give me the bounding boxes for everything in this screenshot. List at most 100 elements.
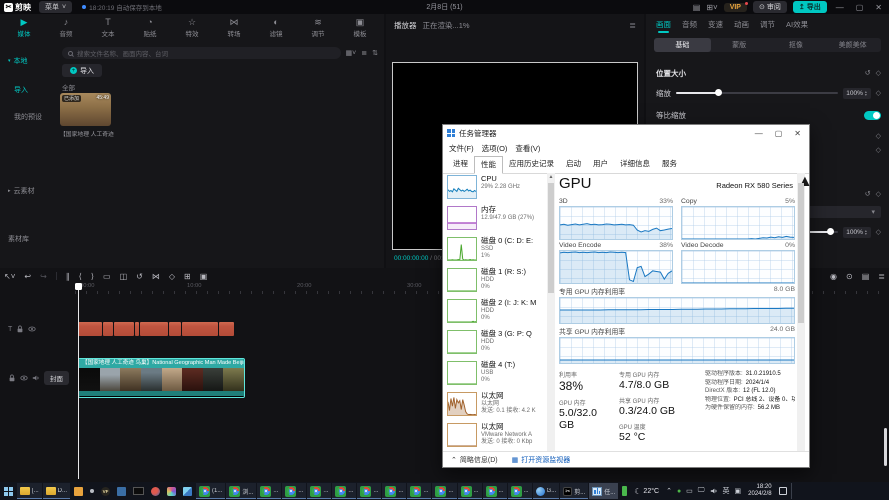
search-input[interactable]: 搜索文件名称、画面内容、台词 bbox=[62, 47, 341, 59]
taskbar-folder-1[interactable]: [... bbox=[17, 483, 42, 499]
close-button[interactable]: ✕ bbox=[872, 3, 885, 12]
subtab-basic[interactable]: 基础 bbox=[654, 38, 711, 52]
taskbar-chrome-window-7[interactable]: ... bbox=[357, 483, 381, 499]
tab-text[interactable]: T文本 bbox=[88, 16, 128, 38]
sidebar-item-memory[interactable]: 内存12.9/47.9 GB (27%) bbox=[447, 206, 546, 230]
tab-details[interactable]: 详细信息 bbox=[614, 156, 656, 173]
keyframe-icon[interactable]: ◇ bbox=[876, 89, 881, 97]
keyframe-icon[interactable]: ◇ bbox=[876, 69, 881, 77]
menu-options[interactable]: 选项(O) bbox=[482, 143, 508, 154]
cover-button[interactable]: 封面 bbox=[44, 371, 69, 385]
workspace-icon[interactable]: ⊞˅ bbox=[706, 3, 717, 12]
tab-video[interactable]: 画面 bbox=[656, 19, 671, 30]
sidebar-item-library[interactable]: 素材库 bbox=[8, 234, 29, 244]
tab-template[interactable]: ▣模板 bbox=[340, 16, 380, 38]
taskbar-chrome-window-10[interactable]: ... bbox=[432, 483, 456, 499]
taskbar-app-blue[interactable] bbox=[114, 483, 129, 499]
tray-network-icon[interactable]: 🖵 bbox=[698, 487, 705, 495]
tab-adjust[interactable]: ≋调节 bbox=[298, 16, 338, 38]
gpu-panel-scrollbar[interactable]: ▲ bbox=[797, 173, 805, 451]
sidebar-item-disk2[interactable]: 磁盘 2 (I: J: K: MHDD0% bbox=[447, 299, 546, 323]
sidebar-item-disk4[interactable]: 磁盘 4 (T:)USB0% bbox=[447, 361, 546, 385]
scale-slider[interactable] bbox=[676, 92, 838, 94]
grid-view-icon[interactable]: ▦˅ bbox=[346, 49, 357, 57]
tab-app-history[interactable]: 应用历史记录 bbox=[503, 156, 560, 173]
lock-icon[interactable] bbox=[8, 374, 16, 382]
tab-transition[interactable]: ⋈转场 bbox=[214, 16, 254, 38]
keyframe-icon[interactable]: ◇ bbox=[876, 132, 881, 140]
mute-icon[interactable] bbox=[32, 374, 40, 382]
tab-effects[interactable]: ☆特效 bbox=[172, 16, 212, 38]
taskbar-chrome-window-4[interactable]: ... bbox=[282, 483, 306, 499]
taskbar-chrome-window-5[interactable]: ... bbox=[307, 483, 331, 499]
uniform-scale-toggle[interactable] bbox=[864, 111, 881, 120]
keyframe-icon[interactable]: ◇ bbox=[876, 146, 881, 154]
taskbar-app-dot[interactable] bbox=[87, 483, 97, 499]
taskbar-app-media2[interactable] bbox=[164, 483, 179, 499]
subtab-beauty[interactable]: 美颜美体 bbox=[824, 38, 881, 52]
tray-green-icon[interactable]: ● bbox=[677, 488, 681, 495]
subtab-mask[interactable]: 蒙版 bbox=[711, 38, 768, 52]
show-desktop-button[interactable] bbox=[791, 483, 794, 499]
tray-display-icon[interactable]: ▭ bbox=[686, 487, 693, 495]
undo-icon[interactable]: ↩ bbox=[24, 272, 31, 281]
sidebar-item-ethernet2[interactable]: 以太网VMware Network A发送: 0 接收: 0 Kbp bbox=[447, 423, 546, 447]
reset-icon[interactable]: ↺ bbox=[865, 69, 871, 77]
menu-file[interactable]: 文件(F) bbox=[449, 143, 474, 154]
playhead-handle[interactable] bbox=[75, 283, 82, 290]
magnet-icon[interactable]: ◉ bbox=[830, 272, 837, 281]
taskbar-folder-2[interactable]: D... bbox=[43, 483, 70, 499]
redo-icon[interactable]: ↪ bbox=[40, 272, 47, 281]
export-button[interactable]: ↥ 导出 bbox=[793, 1, 827, 13]
tab-sticker[interactable]: ◔贴纸 bbox=[130, 16, 170, 38]
subtab-cutout[interactable]: 抠像 bbox=[768, 38, 825, 52]
sidebar-item-disk3[interactable]: 磁盘 3 (G: P: QHDD0% bbox=[447, 330, 546, 354]
select-tool-icon[interactable]: ↖˅ bbox=[4, 272, 15, 281]
keyframe-icon[interactable]: ◇ bbox=[876, 228, 881, 236]
tab-users[interactable]: 用户 bbox=[587, 156, 614, 173]
taskbar-chrome-window-1[interactable]: (1... bbox=[196, 483, 225, 499]
minimize-button[interactable]: — bbox=[833, 3, 847, 12]
mirror-icon[interactable]: ⋈ bbox=[152, 272, 160, 281]
ime-icon[interactable]: ▣ bbox=[735, 487, 742, 495]
tab-animation[interactable]: 动画 bbox=[734, 19, 749, 30]
taskbar-browser-g[interactable]: G... bbox=[533, 483, 560, 499]
tab-filter[interactable]: ◐滤镜 bbox=[256, 16, 296, 38]
tab-services[interactable]: 服务 bbox=[656, 156, 683, 173]
minimize-button[interactable]: — bbox=[755, 129, 763, 138]
tray-expand-icon[interactable]: ⌃ bbox=[666, 487, 672, 495]
tab-processes[interactable]: 进程 bbox=[447, 156, 474, 173]
playhead[interactable] bbox=[78, 283, 79, 479]
taskbar-chrome-window-6[interactable]: ... bbox=[332, 483, 356, 499]
opacity-value[interactable]: 100%▴▾ bbox=[843, 227, 871, 238]
menu-view[interactable]: 查看(V) bbox=[515, 143, 540, 154]
scroll-up-icon[interactable]: ▲ bbox=[547, 173, 555, 181]
taskbar-app-media3[interactable] bbox=[180, 483, 195, 499]
open-resource-monitor-link[interactable]: ▦打开资源监视器 bbox=[512, 455, 571, 465]
delete-icon[interactable]: ▭ bbox=[103, 272, 111, 281]
taskbar-chrome-window-12[interactable]: ... bbox=[483, 483, 507, 499]
taskbar-capcut[interactable]: ✂剪... bbox=[560, 483, 588, 499]
tab-ai-effects[interactable]: AI效果 bbox=[786, 19, 808, 30]
player-menu-icon[interactable]: ≣ bbox=[629, 21, 636, 30]
review-button[interactable]: ⊙ 审阅 bbox=[753, 1, 787, 13]
sidebar-item-cloud[interactable]: ▸云素材 bbox=[8, 186, 35, 196]
split-icon[interactable]: ∥ bbox=[66, 272, 70, 281]
media-clip-thumbnail[interactable]: 已添加 45:49 bbox=[60, 93, 111, 126]
sidebar-item-ethernet1[interactable]: 以太网以太网发送: 0.1 接收: 4.2 K bbox=[447, 392, 546, 416]
taskbar-chrome-window-8[interactable]: ... bbox=[382, 483, 406, 499]
sidebar-item-disk1[interactable]: 磁盘 1 (R: S:)HDD0% bbox=[447, 268, 546, 292]
stepper-icon[interactable]: ▴▾ bbox=[865, 90, 867, 97]
sidebar-item-cpu[interactable]: CPU29% 2.28 GHz bbox=[447, 175, 546, 199]
taskbar-chrome-window-9[interactable]: ... bbox=[407, 483, 431, 499]
sort-icon[interactable]: ≣ bbox=[361, 49, 367, 57]
close-button[interactable]: ✕ bbox=[794, 129, 801, 138]
crop-icon[interactable]: ⊞ bbox=[184, 272, 191, 281]
tab-adjust-settings[interactable]: 调节 bbox=[760, 19, 775, 30]
maximize-button[interactable]: ▢ bbox=[775, 129, 783, 138]
taskbar-app-notes[interactable] bbox=[71, 483, 86, 499]
taskbar-chrome-window-11[interactable]: ... bbox=[458, 483, 482, 499]
maximize-button[interactable]: ▢ bbox=[853, 3, 867, 12]
notification-center[interactable] bbox=[776, 483, 790, 499]
link-icon[interactable]: ⊙ bbox=[846, 272, 853, 281]
